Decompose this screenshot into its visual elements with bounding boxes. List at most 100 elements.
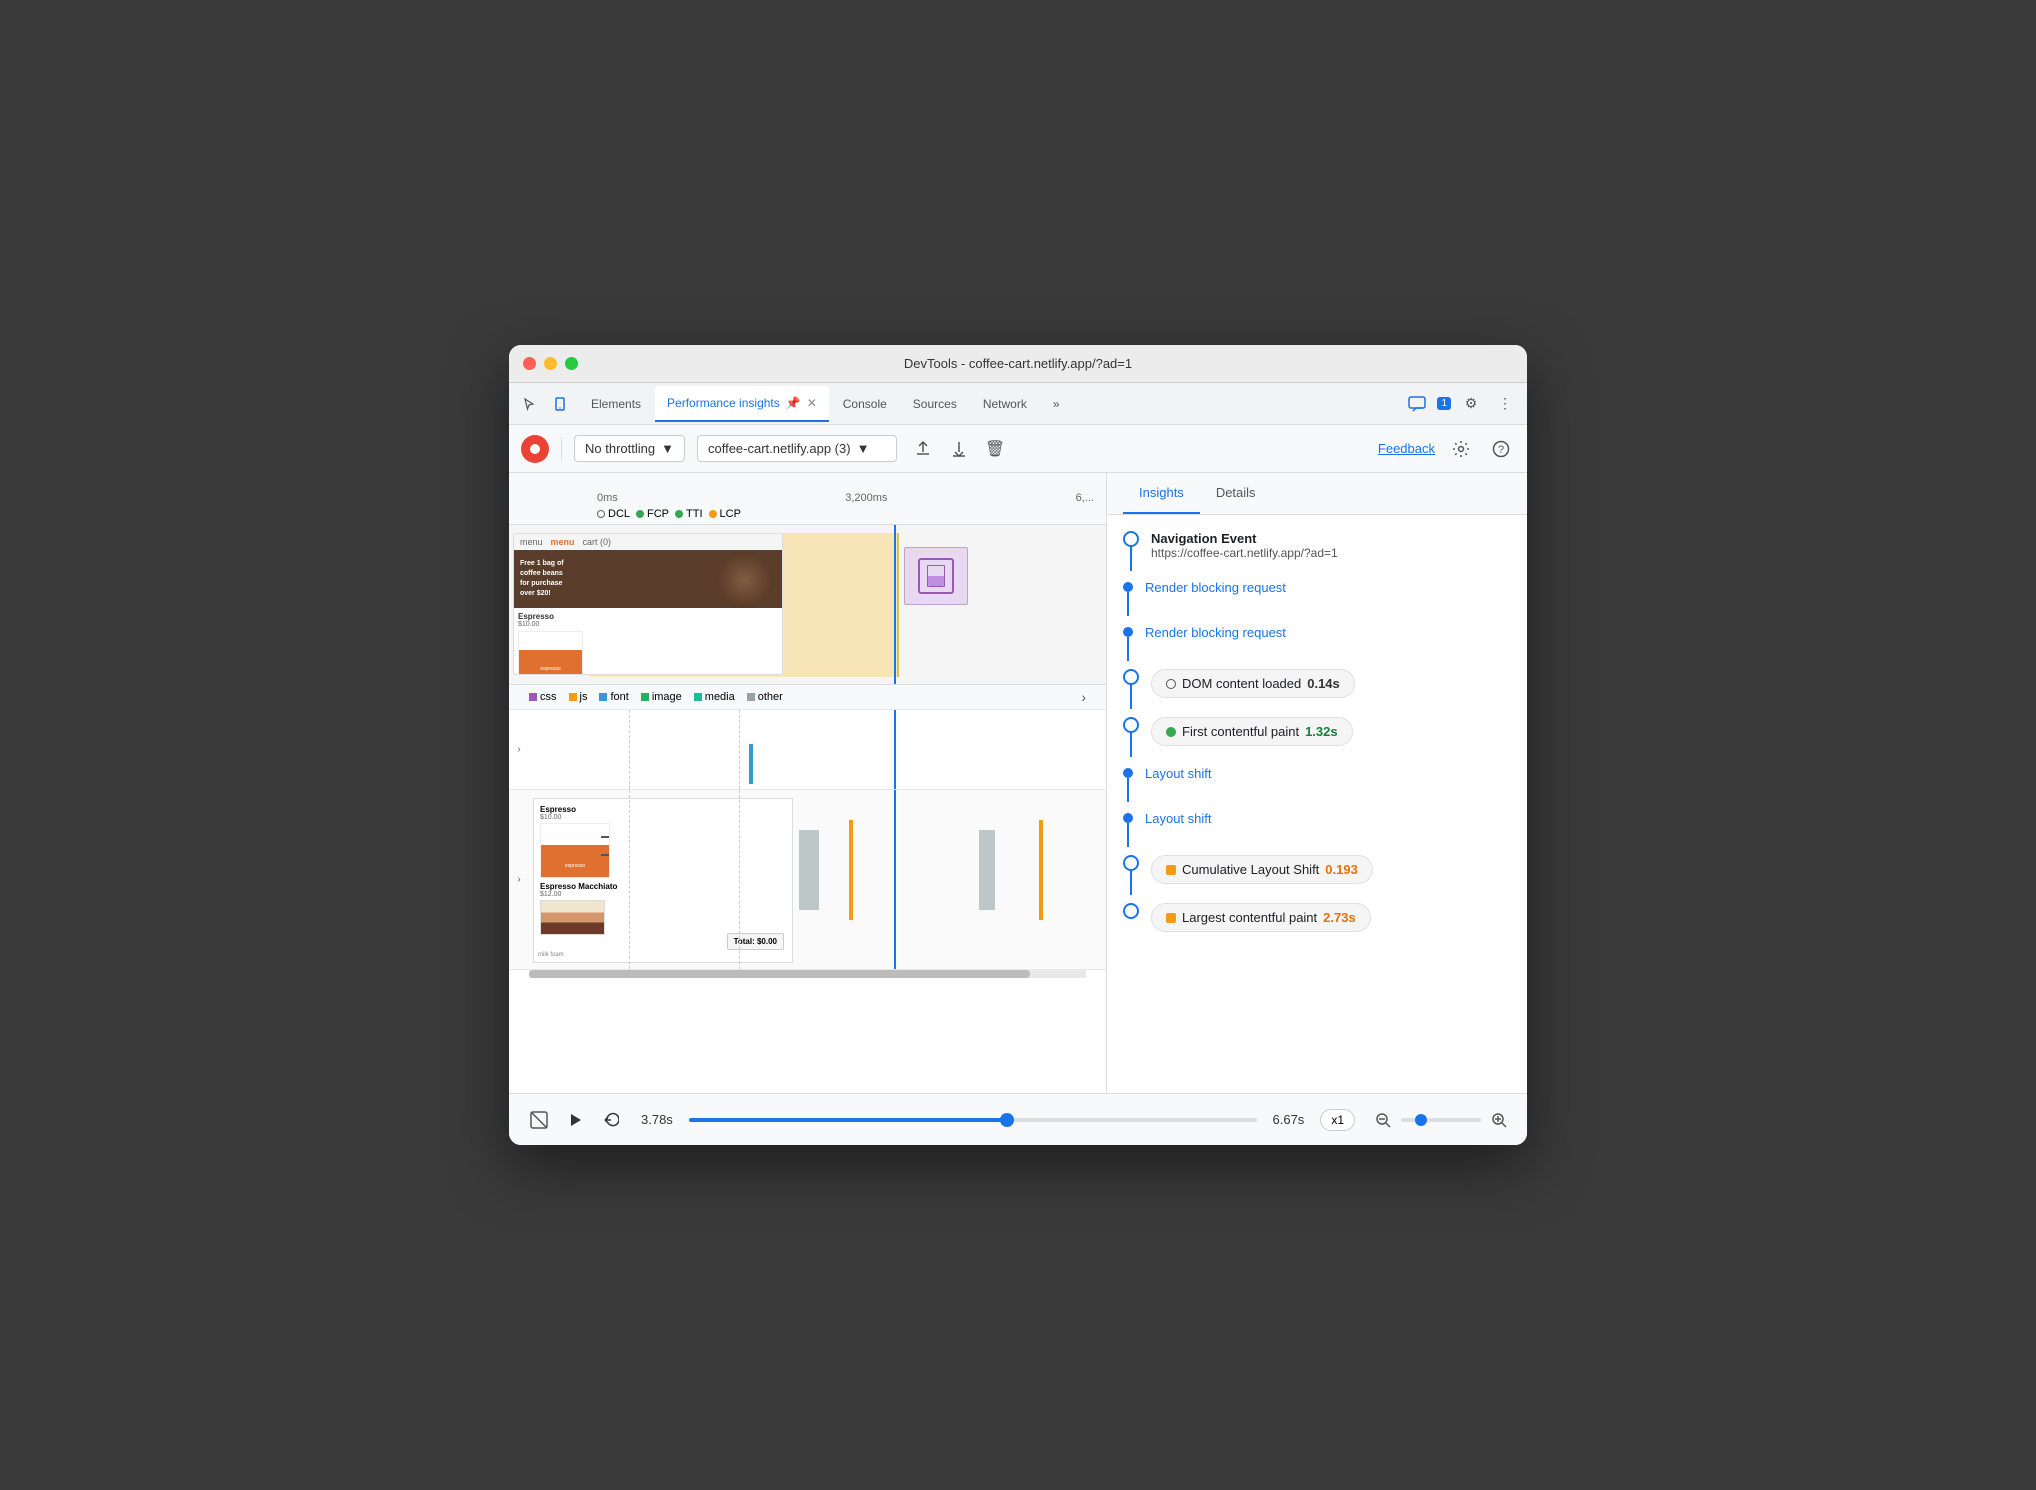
cursor-icon[interactable] bbox=[517, 391, 543, 417]
notification-badge: 1 bbox=[1437, 397, 1451, 410]
espresso-mug: espresso bbox=[518, 631, 583, 675]
zoom-track[interactable] bbox=[1401, 1118, 1481, 1122]
rb1-dot bbox=[1123, 582, 1133, 592]
scrollbar-thumb[interactable] bbox=[529, 970, 1030, 978]
delete-icon[interactable]: 🗑 bbox=[981, 435, 1009, 463]
fcp-badge-value: 1.32s bbox=[1305, 724, 1338, 739]
render-blocking-link-2[interactable]: Render blocking request bbox=[1145, 625, 1286, 640]
tab-elements[interactable]: Elements bbox=[579, 386, 653, 422]
tab-details[interactable]: Details bbox=[1200, 473, 1272, 514]
close-button[interactable] bbox=[523, 357, 536, 370]
dcl-content: DOM content loaded 0.14s bbox=[1151, 669, 1511, 709]
js-legend: js bbox=[569, 691, 588, 703]
zoom-thumb[interactable] bbox=[1415, 1114, 1427, 1126]
lcp-timeline-node bbox=[1123, 903, 1139, 940]
devtools-more-icon[interactable]: ⋮ bbox=[1491, 390, 1519, 418]
mini-screenshot-icon bbox=[918, 558, 954, 594]
nav-circle bbox=[1123, 531, 1139, 547]
espresso-mug-2: espresso bbox=[540, 823, 610, 878]
current-time: 3.78s bbox=[641, 1112, 673, 1127]
record-button[interactable] bbox=[521, 435, 549, 463]
net-bar-other-1 bbox=[799, 830, 819, 910]
settings-icon[interactable]: ⚙ bbox=[1457, 390, 1485, 418]
tab-sources[interactable]: Sources bbox=[901, 386, 969, 422]
settings-gear-icon[interactable] bbox=[1447, 435, 1475, 463]
mini-screenshot bbox=[904, 547, 968, 605]
cls-circle bbox=[1123, 855, 1139, 871]
track-expand-2[interactable]: › bbox=[509, 790, 529, 969]
lcp-legend: LCP bbox=[709, 508, 741, 520]
timeline-panel: 0ms 3,200ms 6,... DCL FCP TTI bbox=[509, 473, 1107, 1093]
macchiato-img bbox=[540, 900, 605, 935]
page-dashed-1 bbox=[629, 790, 630, 969]
image-legend-icon bbox=[641, 693, 649, 701]
progress-track[interactable] bbox=[689, 1118, 1257, 1122]
zoom-out-icon[interactable] bbox=[1371, 1108, 1395, 1132]
progress-thumb[interactable] bbox=[1000, 1113, 1014, 1127]
ls1-dot bbox=[1123, 768, 1133, 778]
cls-badge: Cumulative Layout Shift 0.193 bbox=[1151, 855, 1373, 884]
timeline-scrollbar[interactable] bbox=[529, 970, 1086, 978]
url-dropdown[interactable]: coffee-cart.netlify.app (3) ▼ bbox=[697, 435, 897, 462]
ruler-marks: 0ms 3,200ms 6,... bbox=[517, 492, 1098, 504]
cls-badge-label: Cumulative Layout Shift bbox=[1182, 862, 1319, 877]
lcp-badge-icon bbox=[1166, 913, 1176, 923]
render-blocking-link-1[interactable]: Render blocking request bbox=[1145, 580, 1286, 595]
net-bar-other-2 bbox=[979, 830, 995, 910]
progress-fill bbox=[689, 1118, 1007, 1122]
page-dashed-2 bbox=[739, 790, 740, 969]
insights-panel: Insights Details Navigation Event https:… bbox=[1107, 473, 1527, 1093]
tab-performance-insights[interactable]: Performance insights 📌 ✕ bbox=[655, 386, 829, 422]
espresso-price: $10.00 bbox=[518, 621, 778, 628]
screenshot-track: menu menu cart (0) Free 1 bag ofcoffee b… bbox=[509, 525, 1106, 685]
throttling-dropdown[interactable]: No throttling ▼ bbox=[574, 435, 685, 462]
chat-icon[interactable] bbox=[1403, 390, 1431, 418]
traffic-lights bbox=[523, 357, 578, 370]
dcl-circle bbox=[1123, 669, 1139, 685]
timeline-cursor-line[interactable] bbox=[894, 525, 896, 684]
main-screenshot: menu menu cart (0) Free 1 bag ofcoffee b… bbox=[513, 533, 783, 675]
no-preview-button[interactable] bbox=[525, 1106, 553, 1134]
tab-close-icon[interactable]: ✕ bbox=[807, 396, 817, 410]
lcp-content: Largest contentful paint 2.73s bbox=[1151, 903, 1511, 940]
espresso-title-2: Espresso bbox=[540, 805, 786, 814]
tab-network[interactable]: Network bbox=[971, 386, 1039, 422]
layout-shift-link-2[interactable]: Layout shift bbox=[1145, 811, 1212, 826]
end-time: 6.67s bbox=[1273, 1112, 1305, 1127]
font-legend: font bbox=[599, 691, 628, 703]
zoom-in-icon[interactable] bbox=[1487, 1108, 1511, 1132]
help-icon[interactable]: ? bbox=[1487, 435, 1515, 463]
expand-icon[interactable]: › bbox=[1081, 689, 1086, 705]
speed-badge[interactable]: x1 bbox=[1320, 1109, 1355, 1131]
fcp-badge-label: First contentful paint bbox=[1182, 724, 1299, 739]
maximize-button[interactable] bbox=[565, 357, 578, 370]
layout-shift-link-1[interactable]: Layout shift bbox=[1145, 766, 1212, 781]
dcl-legend: DCL bbox=[597, 508, 630, 520]
nav-line bbox=[1130, 547, 1132, 571]
record-indicator bbox=[530, 444, 540, 454]
mobile-icon[interactable] bbox=[547, 391, 573, 417]
tab-console[interactable]: Console bbox=[831, 386, 899, 422]
rb2-dot bbox=[1123, 627, 1133, 637]
cursor-overlay-1 bbox=[894, 710, 896, 789]
play-controls bbox=[525, 1106, 625, 1134]
render-block-1-entry: Render blocking request bbox=[1123, 579, 1511, 616]
coffee-cup-image bbox=[717, 555, 772, 605]
feedback-link[interactable]: Feedback bbox=[1378, 441, 1435, 456]
nav-timeline-node bbox=[1123, 531, 1139, 571]
tabs-list: Elements Performance insights 📌 ✕ Consol… bbox=[579, 386, 1403, 422]
espresso-section: Espresso $10.00 espresso bbox=[514, 608, 782, 675]
track-expand-1[interactable]: › bbox=[509, 710, 529, 789]
insights-tabs: Insights Details bbox=[1107, 473, 1527, 515]
toolbar-right: Feedback ? bbox=[1378, 435, 1515, 463]
upload-icon[interactable] bbox=[909, 435, 937, 463]
download-icon[interactable] bbox=[945, 435, 973, 463]
tab-more[interactable]: » bbox=[1041, 386, 1072, 422]
tab-pin-icon: 📌 bbox=[786, 396, 801, 410]
tab-insights[interactable]: Insights bbox=[1123, 473, 1200, 514]
milk-foam-label: milk foam bbox=[538, 952, 564, 958]
minimize-button[interactable] bbox=[544, 357, 557, 370]
lcp-icon bbox=[709, 510, 717, 518]
play-button[interactable] bbox=[561, 1106, 589, 1134]
restart-button[interactable] bbox=[597, 1106, 625, 1134]
